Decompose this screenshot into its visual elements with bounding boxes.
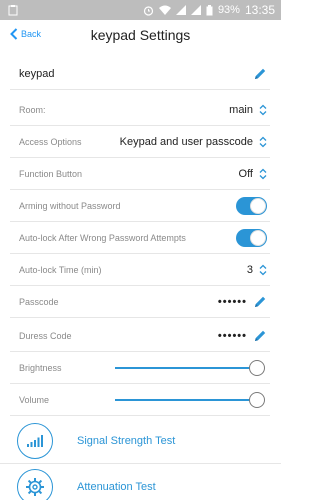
- edit-pencil-icon[interactable]: [253, 329, 267, 343]
- passcode-value: ••••••: [217, 295, 247, 308]
- signal-strength-test-button[interactable]: Signal Strength Test: [0, 418, 281, 464]
- function-button-value: Off: [238, 167, 253, 180]
- attenuation-label: Attenuation Test: [77, 481, 156, 493]
- access-options-value: Keypad and user passcode: [119, 135, 253, 148]
- attenuation-test-button[interactable]: Attenuation Test: [0, 464, 281, 500]
- battery-percent: 93%: [217, 4, 240, 16]
- signal-bars-icon: [27, 434, 43, 447]
- toggle-knob: [250, 229, 266, 246]
- slider-track: [115, 398, 259, 401]
- duress-code-row: Duress Code ••••••: [10, 320, 270, 352]
- passcode-label: Passcode: [19, 296, 59, 307]
- alarm-icon: [143, 5, 154, 16]
- toggle-knob: [250, 197, 266, 214]
- signal-circle: [17, 422, 53, 459]
- autolock-wrong-label: Auto-lock After Wrong Password Attempts: [19, 232, 186, 243]
- volume-slider[interactable]: [115, 391, 265, 408]
- signal-icon: [175, 5, 186, 15]
- attenuation-circle: [17, 469, 53, 500]
- room-row[interactable]: Room: main: [10, 94, 270, 126]
- passcode-row: Passcode ••••••: [10, 286, 270, 318]
- volume-row: Volume: [10, 384, 270, 416]
- clock: 13:35: [244, 3, 275, 17]
- access-options-row[interactable]: Access Options Keypad and user passcode: [10, 126, 270, 158]
- brightness-label: Brightness: [19, 362, 62, 373]
- edit-pencil-icon[interactable]: [253, 67, 267, 81]
- duress-value: ••••••: [217, 329, 247, 342]
- wifi-icon: [158, 5, 171, 15]
- edit-pencil-icon[interactable]: [253, 295, 267, 309]
- gear-icon: [26, 478, 44, 496]
- slider-track: [115, 366, 259, 369]
- autolock-time-row[interactable]: Auto-lock Time (min) 3: [10, 254, 270, 286]
- status-bar: 93% 13:35: [0, 0, 281, 20]
- autolock-time-label: Auto-lock Time (min): [19, 264, 102, 275]
- up-down-chevron-icon: [259, 136, 267, 147]
- device-name-row[interactable]: keypad: [10, 58, 270, 90]
- arming-label: Arming without Password: [19, 200, 121, 211]
- battery-icon: [206, 4, 213, 15]
- slider-thumb[interactable]: [249, 359, 265, 376]
- function-button-label: Function Button: [19, 168, 83, 179]
- arming-toggle[interactable]: [236, 196, 267, 215]
- signal-strength-label: Signal Strength Test: [77, 434, 176, 447]
- slider-thumb[interactable]: [249, 391, 265, 408]
- brightness-slider[interactable]: [115, 359, 265, 376]
- autolock-wrong-toggle[interactable]: [236, 228, 267, 247]
- header: Back keypad Settings: [0, 20, 281, 54]
- up-down-chevron-icon: [259, 168, 267, 179]
- function-button-row[interactable]: Function Button Off: [10, 158, 270, 190]
- autolock-wrong-password-row: Auto-lock After Wrong Password Attempts: [10, 222, 270, 254]
- duress-label: Duress Code: [19, 330, 72, 341]
- up-down-chevron-icon: [259, 264, 267, 275]
- autolock-time-value: 3: [246, 263, 253, 276]
- arming-without-password-row: Arming without Password: [10, 190, 270, 222]
- clipboard-icon: [8, 5, 18, 16]
- volume-label: Volume: [19, 394, 50, 405]
- page-title: keypad Settings: [90, 27, 191, 43]
- up-down-chevron-icon: [259, 104, 267, 115]
- room-value: main: [229, 103, 253, 116]
- access-options-label: Access Options: [19, 136, 82, 147]
- device-name: keypad: [19, 67, 55, 80]
- brightness-row: Brightness: [10, 352, 270, 384]
- room-label: Room:: [19, 104, 46, 115]
- signal-icon-2: [190, 5, 201, 15]
